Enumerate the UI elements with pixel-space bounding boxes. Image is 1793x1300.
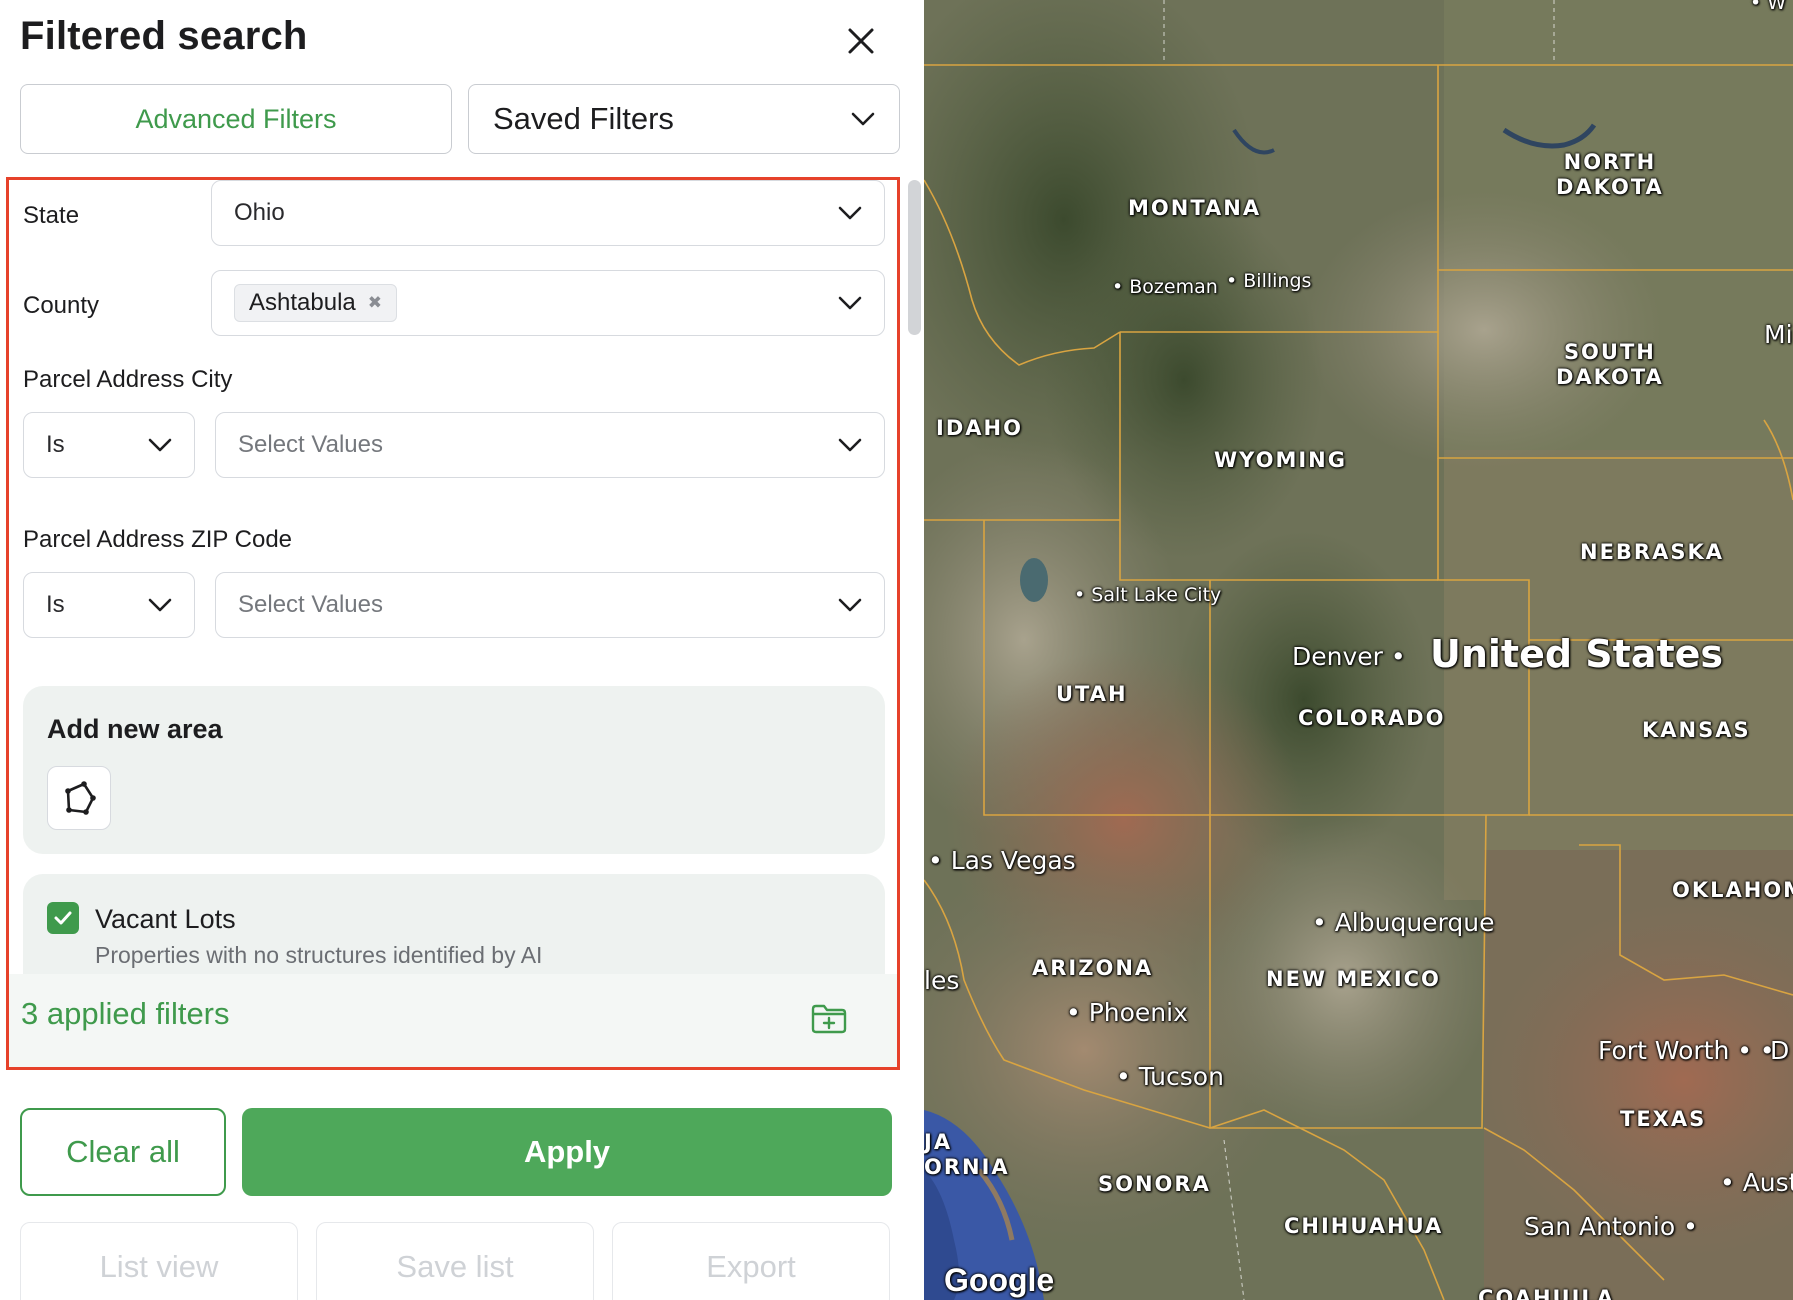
page-title: Filtered search	[20, 14, 308, 58]
city-label: Parcel Address City	[23, 366, 233, 393]
saved-filters-label: Saved Filters	[493, 101, 674, 136]
state-select[interactable]: Ohio	[211, 180, 885, 246]
map-label-nebraska: NEBRASKA	[1580, 540, 1724, 564]
map-label-new-mexico: NEW MEXICO	[1266, 967, 1441, 991]
map-city-san-antonio: San Antonio •	[1524, 1212, 1698, 1241]
city-operator-select[interactable]: Is	[23, 412, 195, 478]
chevron-down-icon	[838, 438, 862, 452]
scrollbar-thumb[interactable]	[908, 180, 921, 335]
map-label-arizona: ARIZONA	[1032, 956, 1154, 980]
map-city-w-cut: • W	[1750, 0, 1787, 14]
chevron-down-icon	[838, 296, 862, 310]
zip-values-placeholder: Select Values	[238, 591, 383, 618]
close-icon	[848, 28, 874, 54]
map-city-las-vegas: Las Vegas	[928, 846, 1076, 875]
map-label-baja-california: JA ORNIA	[924, 1130, 1010, 1179]
map-city-tucson: Tucson	[1116, 1062, 1224, 1091]
map-label-north-dakota: NORTH DAKOTA	[1556, 150, 1664, 199]
folder-plus-icon	[811, 1004, 847, 1034]
map-city-phoenix: Phoenix	[1066, 998, 1188, 1027]
vacant-lots-checkbox[interactable]	[47, 902, 79, 934]
map-label-country: United States	[1430, 632, 1724, 676]
map-city-fort-worth: Fort Worth • •	[1598, 1036, 1775, 1065]
county-chip: Ashtabula ✖	[234, 284, 397, 322]
map-label-montana: MONTANA	[1128, 196, 1262, 220]
map-city-billings: Billings	[1226, 270, 1311, 292]
map-label-kansas: KANSAS	[1642, 718, 1751, 742]
polygon-icon	[65, 781, 96, 815]
map-label-mi-cut: Mi	[1764, 320, 1793, 349]
county-select[interactable]: Ashtabula ✖	[211, 270, 885, 336]
map-label-sonora: SONORA	[1098, 1172, 1211, 1196]
filters-section: State Ohio County Ashtabula ✖ Parcel Add…	[6, 177, 900, 1070]
map-label-utah: UTAH	[1056, 682, 1128, 706]
saved-filters-dropdown[interactable]: Saved Filters	[468, 84, 900, 154]
satellite-map[interactable]: MONTANA NORTH DAKOTA SOUTH DAKOTA IDAHO WY…	[924, 0, 1793, 1300]
close-button[interactable]	[838, 18, 884, 64]
map-city-denver: Denver •	[1292, 642, 1406, 671]
city-operator-value: Is	[46, 431, 65, 458]
chevron-down-icon	[838, 598, 862, 612]
advanced-filters-label: Advanced Filters	[135, 103, 337, 134]
county-label: County	[23, 292, 100, 319]
chevron-down-icon	[838, 206, 862, 220]
map-city-salt-lake-city: Salt Lake City	[1074, 584, 1221, 606]
map-label-chihuahua: CHIHUAHUA	[1284, 1214, 1444, 1238]
map-label-south-dakota: SOUTH DAKOTA	[1556, 340, 1664, 389]
map-city-austin-cut: • Aust	[1720, 1168, 1793, 1197]
chevron-down-icon	[148, 598, 172, 612]
county-chip-label: Ashtabula	[249, 289, 356, 316]
draw-polygon-button[interactable]	[47, 766, 111, 830]
chevron-down-icon	[148, 438, 172, 452]
state-label: State	[23, 202, 80, 229]
map-city-bozeman: Bozeman	[1112, 276, 1218, 298]
google-logo: Google	[944, 1262, 1055, 1298]
save-filters-button[interactable]	[809, 998, 849, 1038]
city-values-placeholder: Select Values	[238, 431, 383, 458]
apply-button[interactable]: Apply	[242, 1108, 892, 1196]
save-list-button[interactable]: Save list	[316, 1222, 594, 1300]
chevron-down-icon	[851, 112, 875, 126]
vacant-lots-description: Properties with no structures identified…	[95, 942, 543, 968]
zip-operator-value: Is	[46, 591, 65, 618]
map-label-wyoming: WYOMING	[1214, 448, 1347, 472]
map-label-oklahoma: OKLAHOM	[1672, 878, 1793, 902]
map-label-coahuila: COAHUILA	[1478, 1286, 1616, 1300]
vacant-lots-label: Vacant Lots	[95, 904, 236, 934]
add-area-title: Add new area	[47, 714, 223, 744]
remove-chip-icon[interactable]: ✖	[368, 293, 382, 313]
applied-filters-count[interactable]: 3 applied filters	[21, 996, 230, 1032]
map-city-d-cut: D	[1770, 1036, 1790, 1065]
city-values-select[interactable]: Select Values	[215, 412, 885, 478]
filter-panel: Filtered search Advanced Filters Saved F…	[0, 0, 924, 1300]
state-value: Ohio	[234, 199, 285, 226]
list-view-button[interactable]: List view	[20, 1222, 298, 1300]
zip-label: Parcel Address ZIP Code	[23, 526, 293, 553]
zip-operator-select[interactable]: Is	[23, 572, 195, 638]
clear-all-button[interactable]: Clear all	[20, 1108, 226, 1196]
add-area-section: Add new area	[23, 686, 885, 854]
applied-filters-bar: 3 applied filters	[9, 974, 897, 1067]
map-city-les-cut: les	[924, 966, 960, 995]
checkmark-icon	[54, 911, 72, 925]
export-button[interactable]: Export	[612, 1222, 890, 1300]
map-city-albuquerque: Albuquerque	[1312, 908, 1495, 937]
map-label-colorado: COLORADO	[1298, 706, 1446, 730]
map-label-idaho: IDAHO	[936, 416, 1023, 440]
advanced-filters-tab[interactable]: Advanced Filters	[20, 84, 452, 154]
zip-values-select[interactable]: Select Values	[215, 572, 885, 638]
map-label-texas: TEXAS	[1620, 1107, 1707, 1131]
